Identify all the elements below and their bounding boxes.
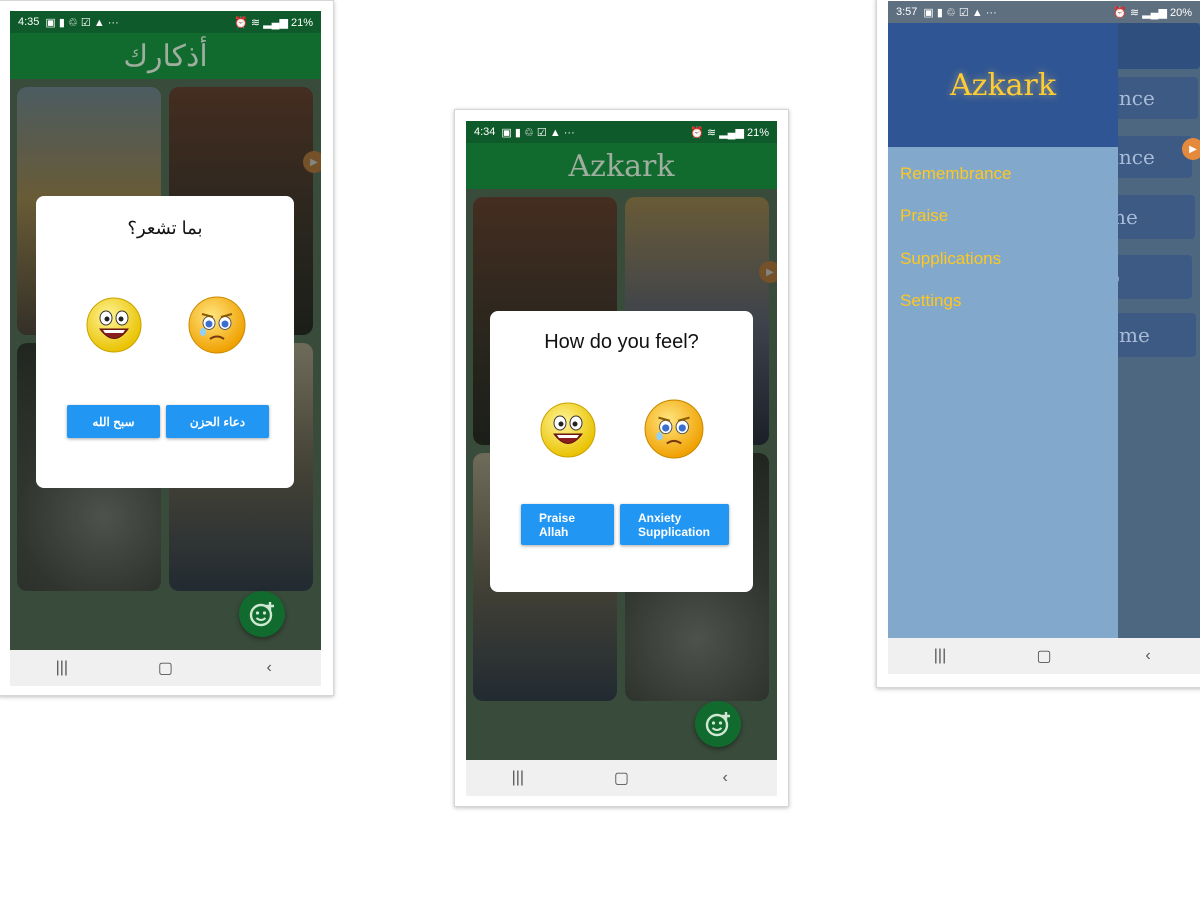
drawer-item-praise[interactable]: Praise [900, 206, 948, 226]
praise-allah-button[interactable]: Praise Allah [521, 504, 614, 545]
drawer-item-supplications[interactable]: Supplications [900, 249, 1001, 269]
anxiety-supplication-button[interactable]: دعاء الحزن [166, 405, 269, 438]
status-battery: ⏰ ≋ ▂▄▆ 20% [1113, 6, 1192, 19]
app-title: أذكارك [123, 38, 208, 74]
phone-screenshot-middle: 4:34 ▣ ▮ ♲ ☑ ▲ ··· ⏰ ≋ ▂▄▆ 21% Azkark ▶ … [454, 109, 789, 807]
status-bar: 4:34 ▣ ▮ ♲ ☑ ▲ ··· ⏰ ≋ ▂▄▆ 21% [466, 121, 777, 143]
phone-screen: 3:57 ▣ ▮ ♲ ☑ ▲ ··· ⏰ ≋ ▂▄▆ 20% ance ance… [888, 1, 1200, 674]
anxiety-supplication-button[interactable]: Anxiety Supplication [620, 504, 729, 545]
status-time: 3:57 [896, 6, 918, 18]
android-nav-bar: ||| ▢ ‹ [888, 638, 1200, 674]
dialog-title: How do you feel? [544, 331, 699, 353]
app-title: Azkark [568, 148, 675, 184]
home-icon[interactable]: ▢ [601, 768, 641, 788]
back-icon[interactable]: ‹ [705, 769, 745, 787]
happy-emoji-icon[interactable] [539, 401, 597, 459]
dialog-title: بما تشعر؟ [127, 218, 203, 238]
back-icon[interactable]: ‹ [1128, 647, 1168, 665]
drawer-item-remembrance[interactable]: Remembrance [900, 164, 1012, 184]
notification-icons: ▣ ▮ ♲ ☑ ▲ ··· [501, 126, 575, 139]
mood-dialog: بما تشعر؟ سبح الله دعاء الحزن [36, 196, 294, 488]
notification-icons: ▣ ▮ ♲ ☑ ▲ ··· [45, 16, 119, 29]
status-battery: ⏰ ≋ ▂▄▆ 21% [234, 16, 313, 29]
navigation-drawer: Azkark Remembrance Praise Supplications … [888, 23, 1118, 638]
praise-allah-button[interactable]: سبح الله [67, 405, 160, 438]
drawer-item-settings[interactable]: Settings [900, 291, 961, 311]
phone-screen: 4:35 ▣ ▮ ♲ ☑ ▲ ··· ⏰ ≋ ▂▄▆ 21% أذكارك ▶ … [10, 11, 321, 686]
status-bar: 4:35 ▣ ▮ ♲ ☑ ▲ ··· ⏰ ≋ ▂▄▆ 21% [10, 11, 321, 33]
happy-emoji-icon[interactable] [85, 296, 143, 354]
mood-fab-button[interactable] [695, 701, 741, 747]
android-nav-bar: ||| ▢ ‹ [466, 760, 777, 796]
status-battery: ⏰ ≋ ▂▄▆ 21% [690, 126, 769, 139]
status-bar: 3:57 ▣ ▮ ♲ ☑ ▲ ··· ⏰ ≋ ▂▄▆ 20% [888, 1, 1200, 23]
recent-apps-icon[interactable]: ||| [42, 659, 82, 677]
status-time: 4:34 [474, 126, 496, 138]
add-mood-icon [705, 712, 730, 737]
mood-dialog: How do you feel? Praise Allah Anxiety Su… [490, 311, 753, 592]
add-mood-icon [249, 602, 274, 627]
sad-emoji-icon[interactable] [187, 295, 247, 355]
back-icon[interactable]: ‹ [249, 659, 289, 677]
android-nav-bar: ||| ▢ ‹ [10, 650, 321, 686]
phone-screen: 4:34 ▣ ▮ ♲ ☑ ▲ ··· ⏰ ≋ ▂▄▆ 21% Azkark ▶ … [466, 121, 777, 796]
phone-screenshot-right: 3:57 ▣ ▮ ♲ ☑ ▲ ··· ⏰ ≋ ▂▄▆ 20% ance ance… [876, 0, 1200, 688]
recent-apps-icon[interactable]: ||| [498, 769, 538, 787]
phone-screenshot-left: 4:35 ▣ ▮ ♲ ☑ ▲ ··· ⏰ ≋ ▂▄▆ 21% أذكارك ▶ … [0, 0, 334, 696]
home-icon[interactable]: ▢ [1024, 646, 1064, 666]
app-bar: Azkark [466, 143, 777, 189]
video-ad-icon[interactable]: ▶ [1182, 138, 1200, 160]
mood-fab-button[interactable] [239, 591, 285, 637]
drawer-title: Azkark [949, 67, 1057, 103]
notification-icons: ▣ ▮ ♲ ☑ ▲ ··· [923, 6, 997, 19]
sad-emoji-icon[interactable] [643, 398, 705, 460]
home-icon[interactable]: ▢ [145, 658, 185, 678]
app-bar: أذكارك [10, 33, 321, 79]
status-time: 4:35 [18, 16, 40, 28]
recent-apps-icon[interactable]: ||| [920, 647, 960, 665]
drawer-header: Azkark [888, 23, 1118, 147]
